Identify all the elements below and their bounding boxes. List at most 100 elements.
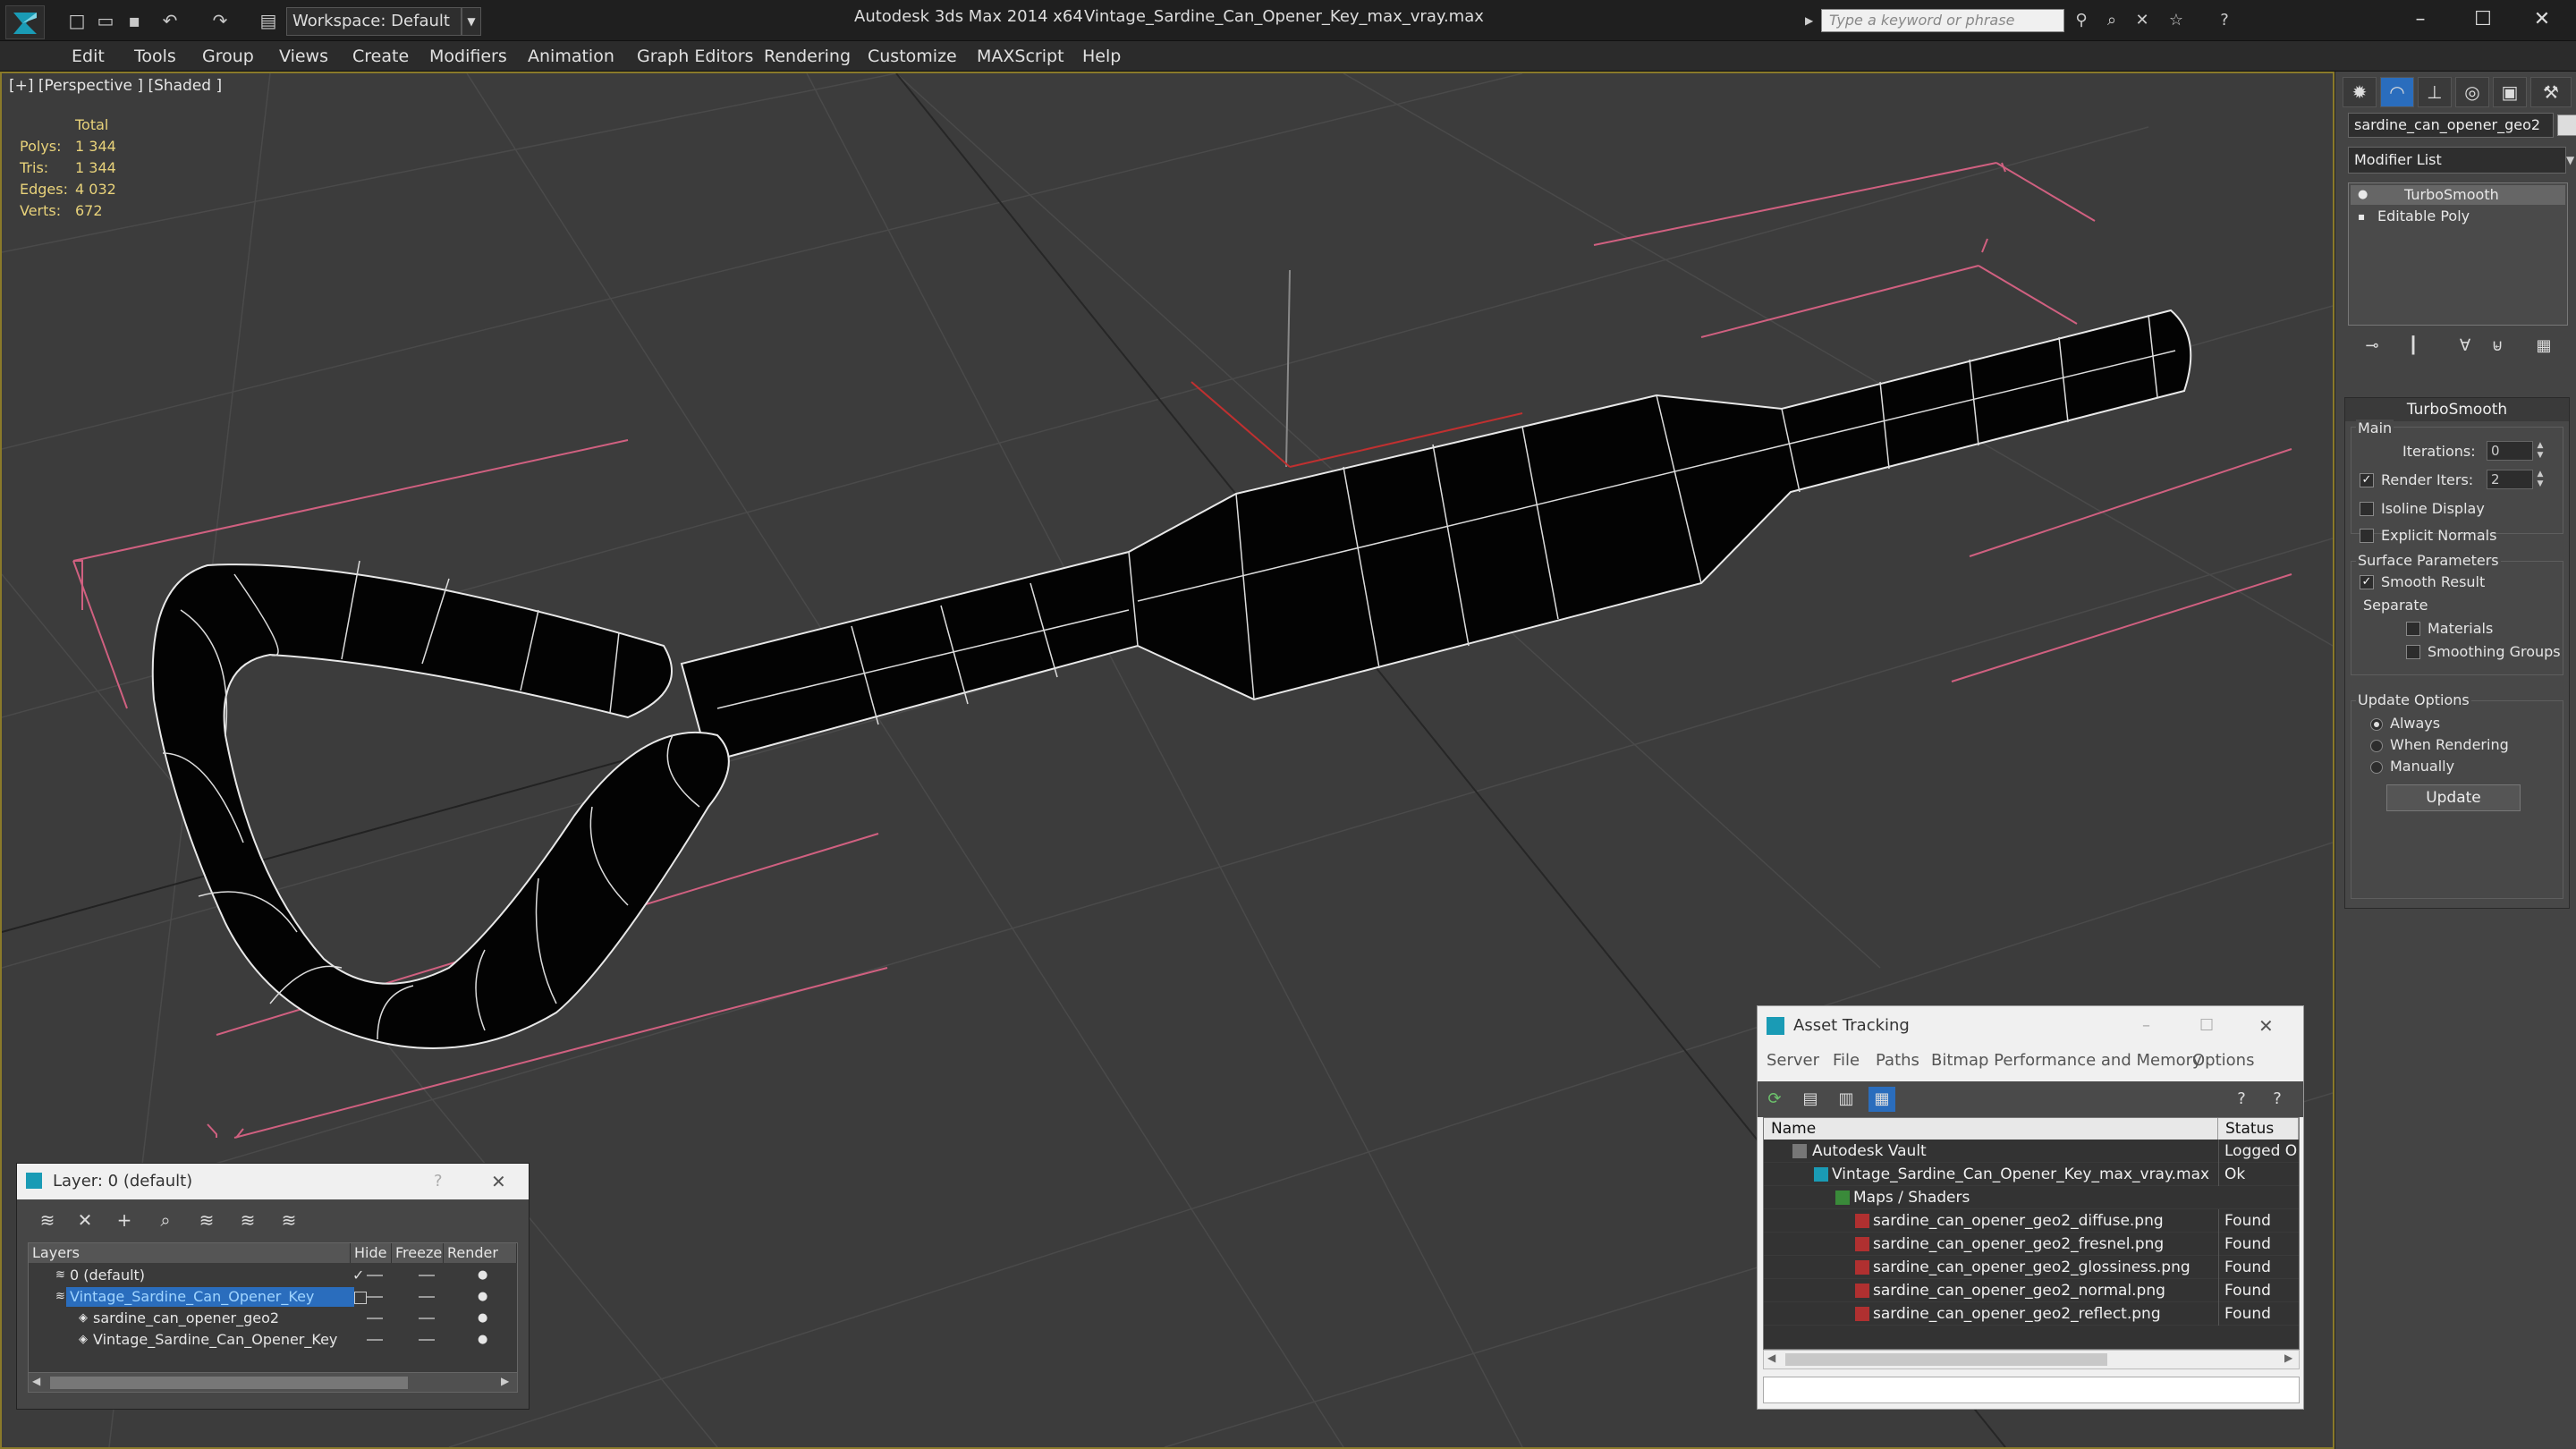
iterations-spinner[interactable]: 0 <box>2487 441 2533 461</box>
subscription-icon[interactable]: ✕ <box>2129 9 2156 32</box>
layer-row[interactable]: ≋ Vintage_Sardine_Can_Opener_Key ● <box>29 1286 517 1308</box>
manually-radio[interactable] <box>2370 761 2383 774</box>
current-layer-box[interactable] <box>354 1292 367 1304</box>
asset-row[interactable]: Vintage_Sardine_Can_Opener_Key_max_vray.… <box>1764 1163 2299 1186</box>
scroll-right-icon[interactable]: ▶ <box>501 1375 509 1387</box>
stack-item-editable-poly[interactable]: ▪ Editable Poly <box>2351 207 2565 226</box>
scroll-left-icon[interactable]: ◀ <box>32 1375 40 1387</box>
asset-row[interactable]: sardine_can_opener_geo2_fresnel.png Foun… <box>1764 1233 2299 1256</box>
refresh-icon[interactable]: ⟳ <box>1761 1087 1788 1112</box>
select-objects-icon[interactable]: ⌕ <box>151 1207 180 1233</box>
scrollbar-thumb[interactable] <box>50 1377 408 1389</box>
close-button[interactable]: ✕ <box>491 1164 506 1199</box>
column-header[interactable]: Render <box>444 1243 517 1263</box>
column-header[interactable]: Name <box>1764 1118 2218 1140</box>
render-teapot-icon[interactable]: ● <box>478 1286 487 1308</box>
render-iters-checkbox[interactable]: ✓ <box>2360 473 2374 487</box>
menu-views[interactable]: Views <box>279 45 328 68</box>
layer-row[interactable]: ◈ Vintage_Sardine_Can_Opener_Key ● <box>29 1329 517 1351</box>
help-icon[interactable]: ? <box>2228 1087 2255 1112</box>
pin-stack-icon[interactable]: ⊸ <box>2359 333 2385 360</box>
object-name[interactable]: Vintage_Sardine_Can_Opener_Key <box>89 1330 341 1350</box>
hide-toggle[interactable] <box>367 1318 383 1319</box>
chevron-down-icon[interactable]: ▼ <box>2566 147 2576 174</box>
column-header[interactable]: Freeze <box>392 1243 444 1263</box>
asset-row[interactable]: Maps / Shaders <box>1764 1186 2299 1209</box>
horizontal-scrollbar[interactable]: ◀ ▶ <box>29 1372 517 1392</box>
menu-file[interactable]: File <box>1833 1051 1860 1070</box>
asset-row[interactable]: sardine_can_opener_geo2_normal.png Found <box>1764 1279 2299 1302</box>
layer-row[interactable]: ≋ 0 (default) ✓ ● <box>29 1265 517 1286</box>
new-layer-icon[interactable]: ≋ <box>33 1207 62 1233</box>
show-end-result-icon[interactable]: ┃ <box>2400 333 2427 360</box>
spinner-arrows-icon[interactable]: ▲ ▼ <box>2535 470 2546 489</box>
render-teapot-icon[interactable]: ● <box>478 1308 487 1329</box>
menu-customize[interactable]: Customize <box>868 45 957 68</box>
freeze-toggle[interactable] <box>419 1275 435 1276</box>
menu-tools[interactable]: Tools <box>134 45 176 68</box>
menu-server[interactable]: Server <box>1767 1051 1819 1070</box>
scrollbar-thumb[interactable] <box>1785 1353 2107 1366</box>
isoline-display-checkbox[interactable] <box>2360 502 2374 516</box>
menu-paths[interactable]: Paths <box>1876 1051 1919 1070</box>
menu-options[interactable]: Options <box>2192 1051 2254 1070</box>
layer-row[interactable]: ◈ sardine_can_opener_geo2 ● <box>29 1308 517 1329</box>
expand-icon[interactable]: ▪ <box>2358 207 2365 226</box>
close-button[interactable]: ✕ <box>2258 1006 2274 1046</box>
layer-dialog-header[interactable]: Layer: 0 (default) ? ✕ <box>17 1164 529 1199</box>
help-button[interactable]: ? <box>434 1164 443 1199</box>
hierarchy-tab-icon[interactable]: ⊥ <box>2418 77 2452 107</box>
motion-tab-icon[interactable]: ◎ <box>2455 77 2489 107</box>
table-view-icon[interactable]: ▦ <box>1868 1087 1895 1112</box>
hide-toggle[interactable] <box>367 1296 383 1298</box>
make-unique-icon[interactable]: ∀ <box>2452 333 2479 360</box>
menu-group[interactable]: Group <box>202 45 254 68</box>
current-layer-check-icon[interactable]: ✓ <box>352 1265 364 1286</box>
maximize-button[interactable]: ☐ <box>2199 1006 2214 1046</box>
asset-tracking-header[interactable]: Asset Tracking – ☐ ✕ <box>1758 1006 2303 1046</box>
update-button[interactable]: Update <box>2386 784 2521 811</box>
menu-graph-editors[interactable]: Graph Editors <box>637 45 753 68</box>
save-icon[interactable]: ▪ <box>122 9 147 32</box>
help-topic-icon[interactable]: ? <box>2264 1087 2291 1112</box>
materials-checkbox[interactable] <box>2406 622 2420 636</box>
new-file-icon[interactable]: □ <box>64 9 89 32</box>
render-teapot-icon[interactable]: ● <box>478 1329 487 1351</box>
hide-all-icon[interactable]: ≋ <box>233 1207 262 1233</box>
object-name[interactable]: sardine_can_opener_geo2 <box>89 1309 283 1328</box>
object-color-swatch[interactable] <box>2557 114 2576 136</box>
column-header[interactable]: Layers <box>29 1243 351 1263</box>
scroll-left-icon[interactable]: ◀ <box>1767 1352 1775 1364</box>
workspace-dropdown[interactable]: Workspace: Default <box>286 7 462 36</box>
menu-create[interactable]: Create <box>352 45 409 68</box>
asset-row[interactable]: sardine_can_opener_geo2_glossiness.png F… <box>1764 1256 2299 1279</box>
menu-animation[interactable]: Animation <box>528 45 614 68</box>
search-input[interactable]: Type a keyword or phrase <box>1821 9 2064 32</box>
always-radio[interactable] <box>2370 718 2383 731</box>
hide-toggle[interactable] <box>367 1339 383 1341</box>
smooth-result-checkbox[interactable]: ✓ <box>2360 575 2374 589</box>
open-file-icon[interactable]: ▭ <box>93 9 118 32</box>
help-icon[interactable]: ? <box>2211 9 2238 32</box>
menu-edit[interactable]: Edit <box>72 45 105 68</box>
render-teapot-icon[interactable]: ● <box>478 1265 487 1286</box>
freeze-toggle[interactable] <box>419 1339 435 1341</box>
when-rendering-radio[interactable] <box>2370 740 2383 752</box>
asset-path-field[interactable] <box>1763 1377 2300 1403</box>
menu-maxscript[interactable]: MAXScript <box>977 45 1064 68</box>
app-logo-icon[interactable] <box>5 5 45 39</box>
undo-icon[interactable]: ↶ <box>157 9 182 32</box>
rollout-title[interactable]: TurboSmooth <box>2345 398 2569 421</box>
stack-item-turbosmooth[interactable]: ● TurboSmooth <box>2351 185 2565 205</box>
utilities-tab-icon[interactable]: ⚒ <box>2530 77 2572 107</box>
menu-rendering[interactable]: Rendering <box>764 45 851 68</box>
minimize-button[interactable]: – <box>2142 1006 2150 1046</box>
menu-bitmap-performance[interactable]: Bitmap Performance and Memory <box>1931 1051 2202 1070</box>
freeze-toggle[interactable] <box>419 1318 435 1319</box>
redo-icon[interactable]: ↷ <box>208 9 233 32</box>
favorites-star-icon[interactable]: ☆ <box>2163 9 2190 32</box>
lightbulb-icon[interactable]: ● <box>2358 185 2368 205</box>
search-icon[interactable]: ⌕ <box>2098 9 2125 32</box>
delete-layer-icon[interactable]: ✕ <box>71 1207 99 1233</box>
configure-sets-icon[interactable]: ▦ <box>2530 333 2557 360</box>
